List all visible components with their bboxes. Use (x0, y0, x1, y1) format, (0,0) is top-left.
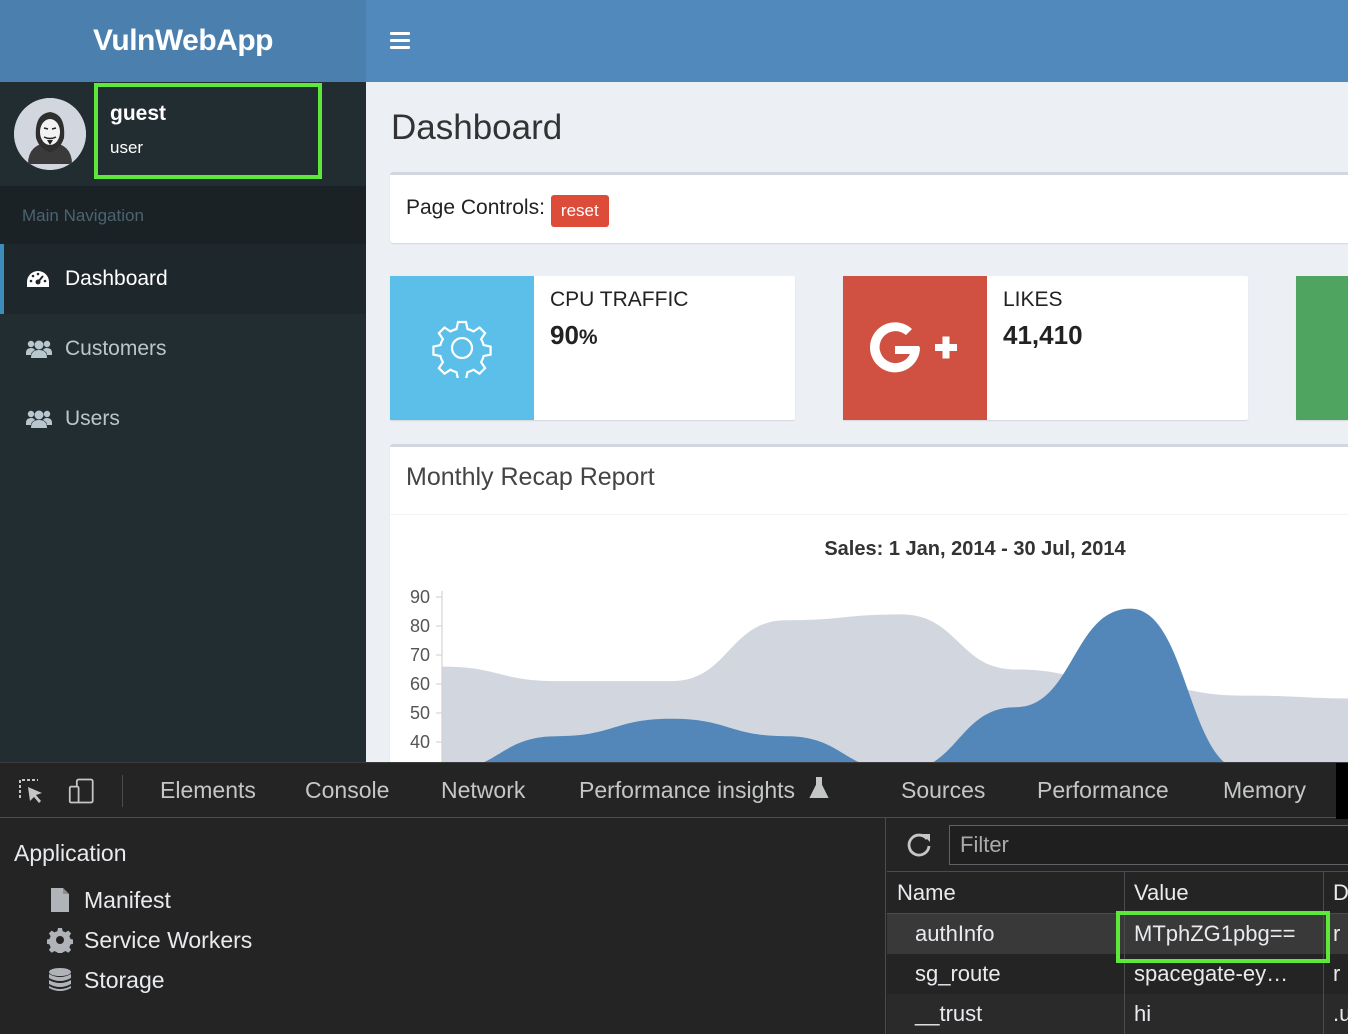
reset-button[interactable]: reset (550, 195, 609, 227)
application-sidebar: Application Manifest Service Workers Sto… (0, 818, 886, 1034)
device-toolbar-icon[interactable] (68, 776, 98, 806)
table-row[interactable]: __trust hi .u (887, 994, 1348, 1034)
cookie-domain: r (1333, 921, 1341, 946)
tab-overflow (1336, 763, 1348, 819)
avatar (14, 98, 86, 170)
refresh-icon[interactable] (905, 830, 933, 858)
page-title: Dashboard (391, 108, 563, 147)
cookie-value: spacegate-ey… (1126, 954, 1324, 994)
cookie-name: authInfo (887, 914, 1125, 954)
app-item-label: Storage (84, 966, 165, 993)
devtools-panel: Elements Console Network Performance ins… (0, 762, 1348, 1034)
sidebar-item-customers[interactable]: Customers (0, 314, 366, 384)
y-tick-label: 90 (410, 587, 430, 607)
file-icon (46, 886, 74, 914)
application-header: Application (14, 840, 127, 866)
app-logo[interactable]: VulnWebApp (0, 0, 366, 82)
app-item-label: Service Workers (84, 926, 253, 953)
info-box-icon (1296, 276, 1348, 420)
tab-performance-insights[interactable]: Performance insights (579, 777, 830, 804)
page-controls: Page Controls: reset (390, 172, 1348, 243)
google-plus-icon (843, 276, 987, 420)
monthly-report: Monthly Recap Report Sales: 1 Jan, 2014 … (390, 444, 1348, 762)
tab-network[interactable]: Network (441, 777, 525, 804)
main-content: Dashboard Page Controls: reset CPU TRAFF… (366, 82, 1348, 762)
gear-icon (390, 276, 534, 420)
info-box-label: LIKES (1003, 288, 1063, 311)
sidebar-item-dashboard[interactable]: Dashboard (0, 244, 366, 314)
tab-sources[interactable]: Sources (901, 777, 985, 804)
column-domain[interactable]: D (1325, 872, 1348, 913)
sidebar-item-label: Customers (65, 337, 167, 360)
info-box-label: CPU TRAFFIC (550, 288, 689, 311)
cookie-toolbar (887, 818, 1348, 872)
flask-icon (809, 777, 830, 798)
cookie-name: __trust (887, 994, 1125, 1034)
info-box-number: 41,410 (1003, 320, 1083, 350)
chart-title: Sales: 1 Jan, 2014 - 30 Jul, 2014 (824, 538, 1126, 560)
nav-header: Main Navigation (0, 186, 366, 244)
y-tick-label: 70 (410, 645, 430, 665)
cookie-domain: .u (1333, 1001, 1348, 1026)
users-icon (26, 408, 52, 430)
top-navbar (366, 0, 1348, 82)
sales-chart-svg: Sales: 1 Jan, 2014 - 30 Jul, 2014 90 80 70… (410, 538, 1348, 762)
app-item-service-workers[interactable]: Service Workers (46, 926, 252, 954)
sidebar: guest user Main Navigation Dashboard Cus… (0, 82, 366, 762)
sales-chart: Sales: 1 Jan, 2014 - 30 Jul, 2014 90 80 70… (390, 515, 1348, 762)
page-controls-label: Page Controls: (406, 196, 545, 219)
inspect-element-icon[interactable] (16, 776, 46, 806)
database-icon (46, 966, 74, 994)
table-row[interactable]: sg_route spacegate-ey… r (887, 954, 1348, 994)
cookie-value: MTphZG1pbg== (1126, 914, 1324, 954)
column-name[interactable]: Name (887, 872, 1125, 913)
users-icon (26, 338, 52, 360)
app-item-manifest[interactable]: Manifest (46, 886, 171, 914)
table-header: Name Value D (887, 872, 1348, 914)
cookie-table: Name Value D authInfo MTphZG1pbg== r sg_… (887, 872, 1348, 1034)
y-tick-label: 50 (410, 703, 430, 723)
cookie-value: hi (1126, 994, 1324, 1034)
cookie-domain: r (1333, 961, 1341, 986)
report-title: Monthly Recap Report (390, 447, 1348, 515)
sidebar-item-label: Users (65, 407, 120, 430)
y-tick-label: 80 (410, 616, 430, 636)
app-item-storage[interactable]: Storage (46, 966, 165, 994)
user-panel: guest user (0, 82, 366, 186)
tab-console[interactable]: Console (305, 777, 389, 804)
sidebar-toggle-icon[interactable] (390, 32, 410, 50)
cookie-panel: Name Value D authInfo MTphZG1pbg== r sg_… (887, 818, 1348, 1034)
sidebar-item-label: Dashboard (65, 267, 168, 290)
gear-icon (46, 926, 74, 954)
cookie-name: sg_route (887, 954, 1125, 994)
info-box-likes: LIKES 41,410 (843, 276, 1248, 420)
toolbar-divider (122, 775, 123, 807)
user-info: guest user (94, 83, 322, 179)
table-row[interactable]: authInfo MTphZG1pbg== r (887, 914, 1348, 954)
y-tick-label: 60 (410, 674, 430, 694)
info-box-number: 90% (550, 320, 598, 350)
user-role: user (110, 138, 144, 157)
devtools-tab-bar: Elements Console Network Performance ins… (0, 762, 1348, 819)
tab-performance[interactable]: Performance (1037, 777, 1169, 804)
tab-memory[interactable]: Memory (1223, 777, 1306, 804)
column-value[interactable]: Value (1126, 872, 1324, 913)
app-item-label: Manifest (84, 886, 171, 913)
user-name: guest (110, 102, 167, 125)
dashboard-icon (26, 268, 52, 290)
info-box-cpu: CPU TRAFFIC 90% (390, 276, 795, 420)
y-tick-label: 40 (410, 732, 430, 752)
app-title: VulnWebApp (93, 24, 273, 57)
filter-input[interactable] (949, 825, 1348, 865)
sidebar-item-users[interactable]: Users (0, 384, 366, 454)
info-box-partial (1296, 276, 1348, 420)
tab-elements[interactable]: Elements (160, 777, 256, 804)
